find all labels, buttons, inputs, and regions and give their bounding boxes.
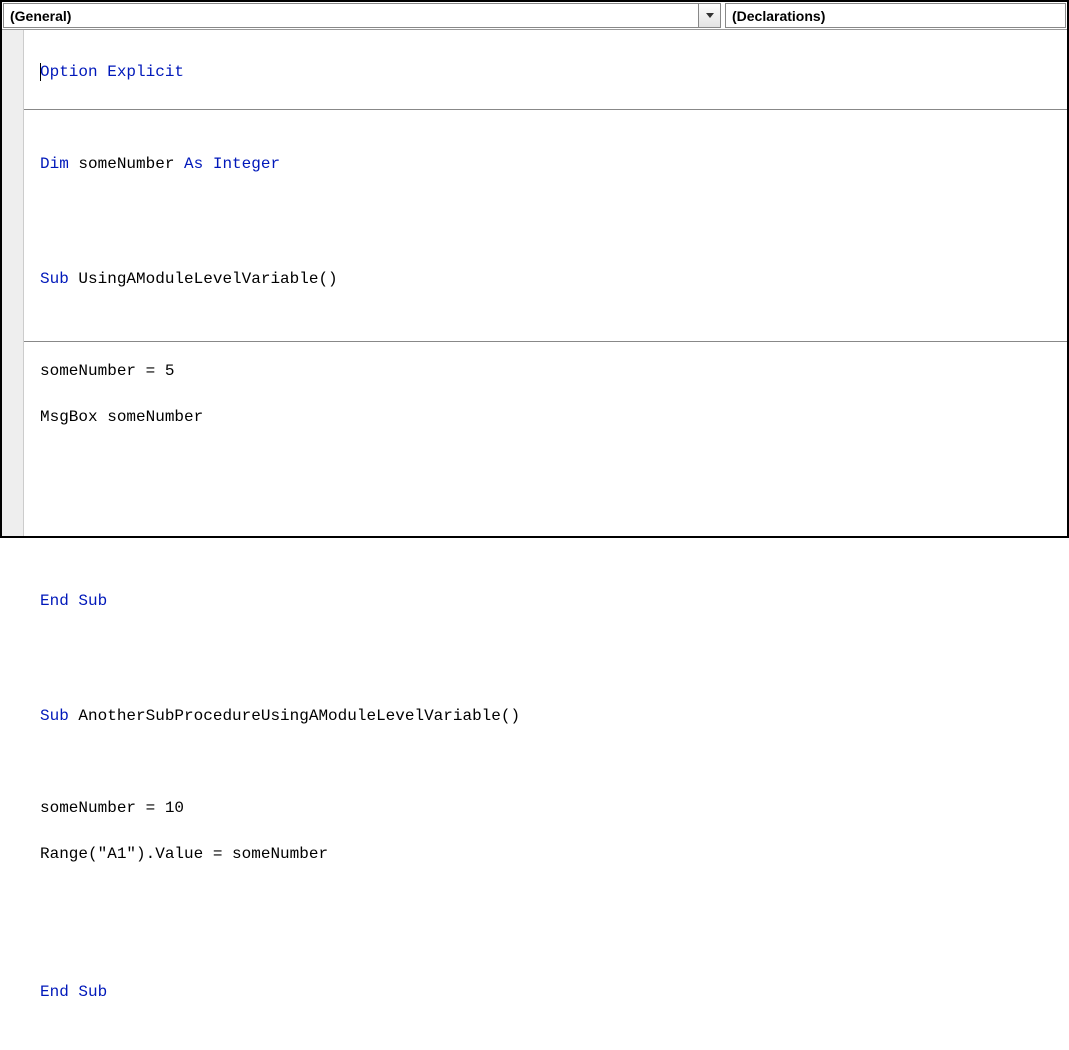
procedure-separator — [24, 341, 1067, 342]
code-text: someNumber = 5 — [40, 362, 174, 380]
code-line: Sub UsingAModuleLevelVariable() — [40, 268, 1059, 291]
code-text: UsingAModuleLevelVariable() — [69, 270, 338, 288]
object-dropdown-text: (General) — [4, 6, 698, 26]
code-line — [40, 935, 1059, 958]
keyword: End Sub — [40, 592, 107, 610]
procedure-dropdown[interactable]: (Declarations) — [725, 3, 1066, 28]
code-line: Dim someNumber As Integer — [40, 153, 1059, 176]
code-line — [40, 544, 1059, 567]
procedure-dropdown-text: (Declarations) — [726, 6, 1065, 26]
keyword: Sub — [40, 707, 69, 725]
code-text: Range( — [40, 845, 98, 863]
margin-indicator-bar — [2, 30, 24, 536]
keyword: Sub — [40, 270, 69, 288]
code-text: MsgBox someNumber — [40, 408, 203, 426]
code-line: someNumber = 5 — [40, 360, 1059, 383]
code-text: AnotherSubProcedureUsingAModuleLevelVari… — [69, 707, 520, 725]
code-line: End Sub — [40, 981, 1059, 1004]
keyword: As — [184, 155, 203, 173]
code-line — [40, 107, 1059, 130]
code-line: MsgBox someNumber — [40, 406, 1059, 429]
code-line — [40, 222, 1059, 245]
object-dropdown-button[interactable] — [698, 4, 720, 27]
code-line — [40, 751, 1059, 774]
code-line — [40, 889, 1059, 912]
dropdown-bar: (General) (Declarations) — [2, 2, 1067, 30]
code-line: Range("A1").Value = someNumber — [40, 843, 1059, 866]
code-line: End Sub — [40, 590, 1059, 613]
chevron-down-icon — [706, 13, 714, 19]
code-text: someNumber = 10 — [40, 799, 184, 817]
keyword: Integer — [213, 155, 280, 173]
string-literal: "A1" — [98, 845, 136, 863]
keyword: Explicit — [107, 63, 184, 81]
code-line — [40, 452, 1059, 475]
code-pane[interactable]: Option Explicit Dim someNumber As Intege… — [24, 30, 1067, 536]
code-line: Option Explicit — [40, 61, 1059, 84]
code-line: someNumber = 10 — [40, 797, 1059, 820]
code-line — [40, 314, 1059, 337]
code-line: Sub AnotherSubProcedureUsingAModuleLevel… — [40, 705, 1059, 728]
keyword: Option — [40, 63, 98, 81]
code-text: someNumber — [69, 155, 184, 173]
editor-area: Option Explicit Dim someNumber As Intege… — [2, 30, 1067, 536]
code-line — [40, 659, 1059, 682]
procedure-separator — [24, 109, 1067, 110]
code-line — [40, 498, 1059, 521]
keyword: Dim — [40, 155, 69, 173]
object-dropdown[interactable]: (General) — [3, 3, 721, 28]
keyword: End Sub — [40, 983, 107, 1001]
code-text: ).Value = someNumber — [136, 845, 328, 863]
